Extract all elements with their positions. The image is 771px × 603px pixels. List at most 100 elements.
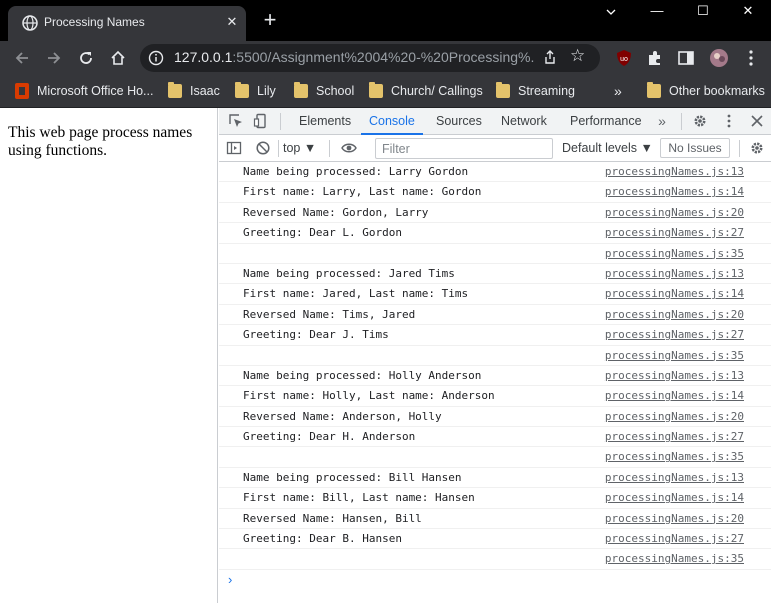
bookmark-label: Other bookmarks [669, 84, 765, 98]
device-toolbar-icon[interactable] [253, 113, 269, 129]
home-button[interactable] [105, 45, 131, 71]
close-devtools-icon[interactable] [749, 113, 765, 129]
console-prompt-chevron-icon: › [228, 571, 233, 587]
context-selector[interactable]: top ▼ [283, 135, 316, 162]
new-tab-button[interactable]: + [258, 9, 282, 33]
source-link[interactable]: processingNames.js:14 [605, 389, 744, 402]
back-button[interactable] [9, 45, 35, 71]
source-link[interactable]: processingNames.js:35 [605, 349, 744, 362]
bookmark-star-icon[interactable]: ☆ [570, 46, 585, 66]
console-message-row: First name: Holly, Last name: Anderson pr… [219, 386, 771, 407]
console-message-row: processingNames.js:35 [219, 244, 771, 264]
console-message-row: First name: Larry, Last name: Gordon proc… [219, 182, 771, 203]
bookmark-label: Church/ Callings [391, 84, 483, 98]
bookmark-streaming[interactable]: Streaming [496, 81, 575, 101]
bookmark-label: Streaming [518, 84, 575, 98]
more-tabs-button[interactable]: » [654, 108, 670, 135]
tab-separator [280, 113, 281, 130]
source-link[interactable]: processingNames.js:20 [605, 410, 744, 423]
inspect-element-icon[interactable] [228, 113, 244, 129]
arrow-left-icon [15, 52, 28, 64]
console-message-text: Reversed Name: Hansen, Bill [243, 511, 422, 525]
forward-button[interactable] [41, 45, 67, 71]
console-message-row: processingNames.js:35 [219, 346, 771, 366]
source-link[interactable]: processingNames.js:13 [605, 471, 744, 484]
devtools-tab-bar: Elements Console Sources Network Perform… [219, 108, 771, 135]
source-link[interactable]: processingNames.js:27 [605, 328, 744, 341]
menu-kebab-icon[interactable] [741, 48, 761, 68]
source-link[interactable]: processingNames.js:27 [605, 430, 744, 443]
tab-search-icon[interactable] [588, 0, 634, 24]
tab-performance[interactable]: Performance [562, 108, 650, 135]
issues-button[interactable]: No Issues [660, 138, 730, 158]
close-window-button[interactable]: ✕ [725, 0, 771, 24]
source-link[interactable]: processingNames.js:35 [605, 450, 744, 463]
bookmark-isaac[interactable]: Isaac [168, 81, 220, 101]
tab-sources[interactable]: Sources [428, 108, 490, 135]
arrow-right-icon [48, 52, 61, 64]
console-prompt-row[interactable]: › [219, 570, 771, 590]
address-bar[interactable]: 127.0.0.1:5500/Assignment%2004%20-%20Pro… [140, 44, 600, 72]
reload-button[interactable] [73, 45, 99, 71]
console-message-text: Greeting: Dear J. Tims [243, 328, 389, 342]
console-message-text: First name: Larry, Last name: Gordon [243, 185, 482, 199]
source-link[interactable]: processingNames.js:14 [605, 287, 744, 300]
share-icon[interactable] [540, 48, 560, 68]
source-link[interactable]: processingNames.js:35 [605, 247, 744, 260]
source-link[interactable]: processingNames.js:14 [605, 491, 744, 504]
source-link[interactable]: processingNames.js:20 [605, 308, 744, 321]
extensions-puzzle-icon[interactable] [645, 48, 665, 68]
source-link[interactable]: processingNames.js:13 [605, 267, 744, 280]
console-message-text: Name being processed: Jared Tims [243, 266, 455, 280]
bookmark-church-callings[interactable]: Church/ Callings [369, 81, 483, 101]
tab-strip: Processing Names ✕ + — ☐ ✕ [0, 0, 771, 41]
console-message-text: Greeting: Dear H. Anderson [243, 430, 416, 444]
minimize-button[interactable]: — [634, 0, 680, 24]
source-link[interactable]: processingNames.js:14 [605, 185, 744, 198]
bookmarks-bar: Microsoft Office Ho... Isaac Lily School… [0, 75, 771, 108]
maximize-button[interactable]: ☐ [680, 0, 726, 24]
bookmark-label: Isaac [190, 84, 220, 98]
source-link[interactable]: processingNames.js:20 [605, 206, 744, 219]
devtools-menu-icon[interactable] [721, 113, 737, 129]
info-icon[interactable] [148, 50, 164, 66]
tab-network[interactable]: Network [493, 108, 555, 135]
profile-avatar[interactable] [709, 48, 729, 68]
source-link[interactable]: processingNames.js:27 [605, 532, 744, 545]
console-message-row: Greeting: Dear H. Anderson processingName… [219, 427, 771, 448]
side-panel-icon[interactable] [676, 48, 696, 68]
console-message-row: Reversed Name: Tims, Jared processingName… [219, 305, 771, 326]
bookmark-office[interactable]: Microsoft Office Ho... [15, 81, 153, 101]
live-expression-eye-icon[interactable] [341, 140, 357, 156]
sidebar-toggle-icon[interactable] [226, 140, 242, 156]
console-filter-input[interactable] [375, 138, 553, 159]
tab-elements[interactable]: Elements [291, 108, 359, 135]
folder-icon [168, 82, 182, 98]
console-filter-bar: top ▼ Default levels ▼ No Issues [219, 135, 771, 162]
source-link[interactable]: processingNames.js:20 [605, 512, 744, 525]
bookmark-label: Microsoft Office Ho... [37, 84, 154, 98]
close-tab-icon[interactable]: ✕ [223, 13, 241, 31]
ublock-extension-icon[interactable]: uo [614, 48, 634, 68]
log-levels-dropdown[interactable]: Default levels ▼ [562, 135, 653, 162]
clear-console-icon[interactable] [255, 140, 271, 156]
source-link[interactable]: processingNames.js:13 [605, 165, 744, 178]
source-link[interactable]: processingNames.js:35 [605, 552, 744, 565]
console-message-row: Reversed Name: Gordon, Larry processingNa… [219, 203, 771, 224]
settings-gear-icon[interactable] [692, 113, 708, 129]
bookmarks-overflow-button[interactable]: » [614, 81, 622, 101]
console-message-text: Reversed Name: Anderson, Holly [243, 409, 442, 423]
browser-tab[interactable]: Processing Names ✕ [8, 6, 246, 41]
bookmark-school[interactable]: School [294, 81, 354, 101]
folder-icon [235, 82, 249, 98]
console-message-row: Name being processed: Jared Tims processi… [219, 264, 771, 285]
source-link[interactable]: processingNames.js:27 [605, 226, 744, 239]
tab-console[interactable]: Console [361, 108, 423, 135]
source-link[interactable]: processingNames.js:13 [605, 369, 744, 382]
other-bookmarks[interactable]: Other bookmarks [647, 81, 765, 101]
bookmark-lily[interactable]: Lily [235, 81, 276, 101]
console-message-row: Reversed Name: Hansen, Bill processingNam… [219, 509, 771, 530]
tab-title: Processing Names [44, 15, 145, 29]
console-settings-gear-icon[interactable] [749, 140, 765, 156]
url-text[interactable]: 127.0.0.1:5500/Assignment%2004%20-%20Pro… [174, 49, 534, 65]
